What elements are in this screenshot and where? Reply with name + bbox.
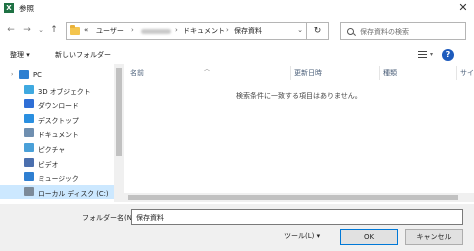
help-icon[interactable]: ? <box>442 49 454 61</box>
sidebar-item-label: ローカル ディスク (C:) <box>38 189 109 198</box>
expand-icon[interactable]: › <box>11 71 13 78</box>
search-icon <box>347 28 354 35</box>
horizontal-scrollbar[interactable] <box>124 193 474 202</box>
column-divider[interactable] <box>456 66 457 80</box>
close-button[interactable]: ✕ <box>456 1 470 15</box>
organize-button[interactable]: 整理 ▾ <box>10 50 30 60</box>
sidebar-item-desktop[interactable]: デスクトップ <box>0 112 114 126</box>
sidebar-item-video[interactable]: ビデオ <box>0 156 114 170</box>
ok-button[interactable]: OK <box>340 229 398 245</box>
folder-name-field[interactable]: 保存資料 <box>131 209 463 225</box>
column-header-type[interactable]: 種類 <box>383 68 397 78</box>
sidebar-item-music[interactable]: ミュージック <box>0 170 114 184</box>
music-icon <box>24 172 34 182</box>
column-header-modified[interactable]: 更新日時 <box>294 68 322 78</box>
sidebar-item-label: デスクトップ <box>38 116 79 125</box>
file-list: ︿ 名前 更新日時 種類 サイ 検索条件に一致する項目はありません。 <box>124 64 474 202</box>
search-placeholder: 保存資料の検索 <box>360 28 409 36</box>
search-input[interactable]: 保存資料の検索 <box>340 22 466 40</box>
download-icon <box>24 99 34 109</box>
picture-icon <box>24 143 34 152</box>
sidebar-item-pc[interactable]: › PC <box>0 68 114 82</box>
breadcrumb-overflow[interactable]: « <box>84 26 88 34</box>
sidebar-item-label: ピクチャ <box>38 146 66 154</box>
forward-button[interactable]: → <box>22 24 32 36</box>
pc-icon <box>19 70 29 79</box>
breadcrumb-users[interactable]: ユーザー <box>96 26 124 36</box>
chevron-right-icon: › <box>226 26 229 34</box>
chevron-right-icon: › <box>175 26 178 34</box>
chevron-down-icon[interactable]: ⌄ <box>297 26 303 34</box>
document-icon <box>24 128 34 138</box>
column-header-name[interactable]: 名前 <box>130 68 144 78</box>
sidebar-scrollbar[interactable] <box>114 64 124 202</box>
scrollbar-thumb[interactable] <box>116 68 122 156</box>
disk-icon <box>24 186 34 196</box>
dialog-footer: フォルダー名(N): 保存資料 ツール(L) ▾ OK キャンセル <box>0 204 474 251</box>
navigation-bar: ← → ⌄ ↑ « ユーザー › › ドキュメント › 保存資料 ⌄ ↻ 保存資… <box>0 18 474 44</box>
breadcrumb-saved-materials[interactable]: 保存資料 <box>234 26 262 36</box>
chevron-right-icon: › <box>131 26 134 34</box>
sidebar-item-label: ダウンロード <box>38 102 79 111</box>
address-bar[interactable]: « ユーザー › › ドキュメント › 保存資料 ⌄ <box>66 22 307 40</box>
sidebar-item-cube[interactable]: 3D オブジェクト <box>0 83 114 97</box>
sidebar-item-label: ミュージック <box>38 175 79 184</box>
toolbar: 整理 ▾ 新しいフォルダー ▾ ? <box>0 46 474 64</box>
breadcrumb-documents[interactable]: ドキュメント <box>183 26 225 36</box>
column-divider[interactable] <box>379 66 380 80</box>
scrollbar-thumb[interactable] <box>128 195 458 200</box>
cube-icon <box>24 84 34 94</box>
sidebar-item-document[interactable]: ドキュメント <box>0 126 114 140</box>
column-header-size[interactable]: サイ <box>460 68 474 78</box>
sidebar-item-label: 3D オブジェクト <box>38 87 91 96</box>
title-bar: X 参照 ✕ <box>0 0 474 16</box>
refresh-button[interactable]: ↻ <box>307 22 329 40</box>
folder-name-label: フォルダー名(N): <box>82 214 138 222</box>
sidebar-item-disk[interactable]: ローカル ディスク (C:) <box>0 184 114 199</box>
folder-name-value: 保存資料 <box>136 214 164 222</box>
sidebar-item-label: PC <box>33 71 42 79</box>
folder-icon <box>70 25 80 35</box>
recent-locations-button[interactable]: ⌄ <box>36 24 46 36</box>
empty-message: 検索条件に一致する項目はありません。 <box>236 92 362 100</box>
up-button[interactable]: ↑ <box>49 24 59 36</box>
sidebar-item-download[interactable]: ダウンロード <box>0 97 114 111</box>
sidebar-item-label: ドキュメント <box>38 131 79 140</box>
sort-arrow-icon: ︿ <box>204 66 211 73</box>
video-icon <box>24 157 34 167</box>
cancel-button[interactable]: キャンセル <box>405 229 463 245</box>
redacted-username <box>141 29 171 34</box>
navigation-pane: › PC 3D オブジェクト ダウンロード デスクトップ ドキュメント ピクチャビデオミュー… <box>0 64 114 202</box>
chevron-down-icon[interactable]: ▾ <box>430 51 433 58</box>
new-folder-button[interactable]: 新しいフォルダー <box>55 50 111 60</box>
sidebar-item-picture[interactable]: ピクチャ <box>0 141 114 155</box>
desktop-icon <box>24 113 34 123</box>
column-divider[interactable] <box>290 66 291 80</box>
back-button[interactable]: ← <box>6 24 16 36</box>
view-options-icon[interactable] <box>418 51 427 59</box>
excel-icon: X <box>4 3 14 13</box>
window-title: 参照 <box>19 4 34 13</box>
sidebar-item-label: ビデオ <box>38 160 59 169</box>
tools-button[interactable]: ツール(L) ▾ <box>284 231 320 241</box>
